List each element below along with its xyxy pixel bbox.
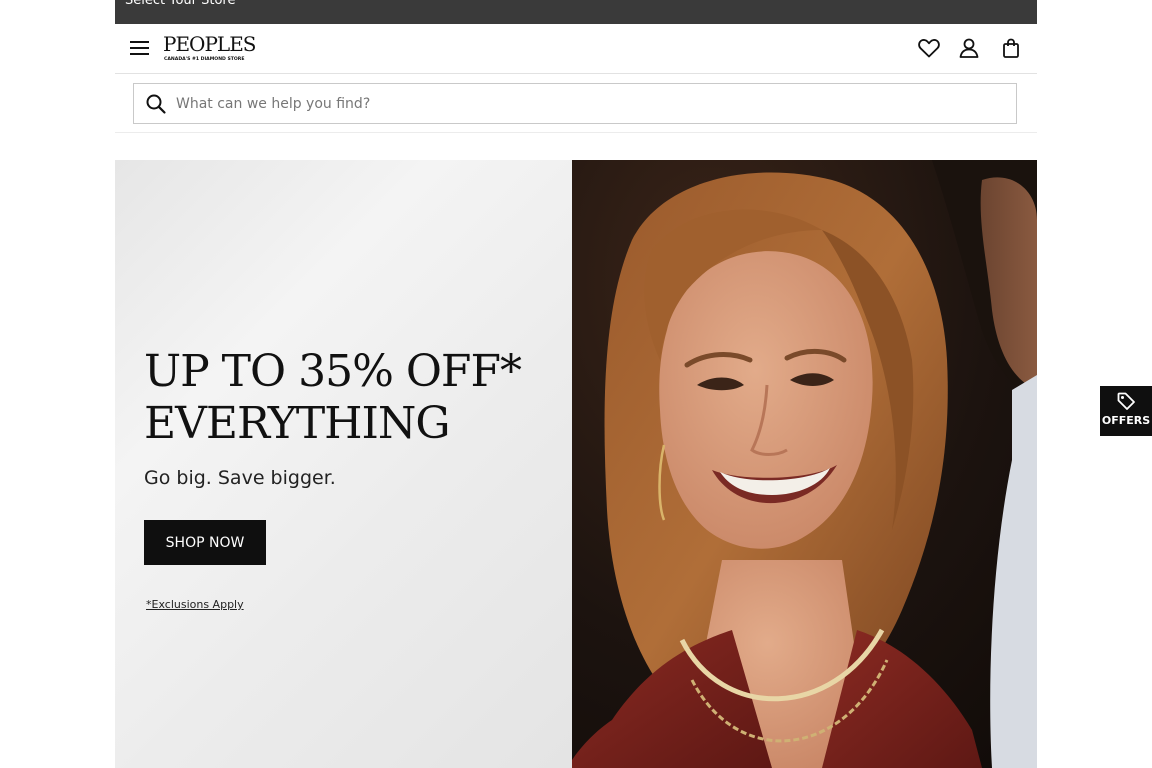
hero-headline: UP TO 35% OFF* EVERYTHING [144, 346, 564, 450]
offers-label: OFFERS [1101, 414, 1151, 427]
logo-tagline: CANADA'S #1 DIAMOND STORE [164, 57, 245, 62]
tag-icon [1116, 391, 1136, 411]
heart-icon[interactable] [917, 36, 941, 60]
select-store-link[interactable]: Select Your Store [125, 0, 235, 8]
search-input[interactable] [174, 84, 998, 123]
peoples-logo[interactable]: PEOPLES CANADA'S #1 DIAMOND STORE [163, 33, 259, 65]
menu-icon[interactable] [129, 36, 151, 60]
hero-banner: UP TO 35% OFF* EVERYTHING Go big. Save b… [115, 160, 1037, 768]
hero-image [572, 160, 1037, 768]
page-frame: Select Your Store PEOPLES CANADA'S #1 DI… [115, 0, 1037, 768]
hero-subhead: Go big. Save bigger. [144, 467, 336, 489]
top-bar: Select Your Store [115, 0, 1037, 24]
site-header: PEOPLES CANADA'S #1 DIAMOND STORE [115, 24, 1037, 74]
search-icon[interactable] [145, 93, 167, 115]
account-icon[interactable] [957, 36, 981, 60]
hero-headline-line2: EVERYTHING [144, 398, 451, 449]
shop-now-button[interactable]: SHOP NOW [144, 520, 266, 565]
hero-text-panel: UP TO 35% OFF* EVERYTHING Go big. Save b… [115, 160, 572, 768]
hero-headline-line1: UP TO 35% OFF* [144, 346, 522, 397]
offers-tab[interactable]: OFFERS [1100, 386, 1152, 436]
search-bar [115, 74, 1037, 133]
exclusions-link[interactable]: *Exclusions Apply [146, 598, 244, 611]
logo-wordmark: PEOPLES [163, 32, 256, 56]
bag-icon[interactable] [999, 36, 1023, 60]
search-box[interactable] [133, 83, 1017, 124]
